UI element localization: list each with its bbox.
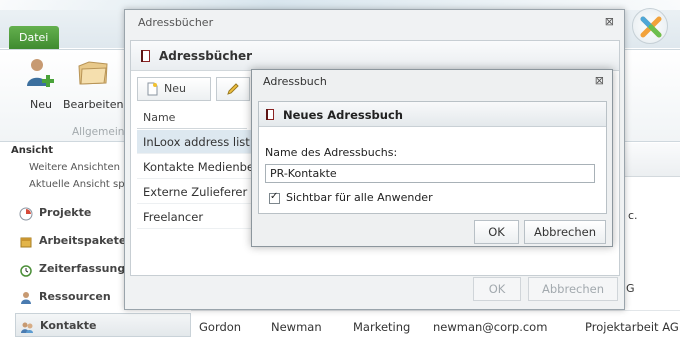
panel-header: Neues Adressbuch — [259, 102, 606, 127]
close-icon[interactable]: ⊠ — [605, 15, 614, 28]
grid-cell: c. — [628, 209, 638, 222]
addressbook-icon — [265, 108, 276, 121]
new-button[interactable]: Neu — [137, 77, 211, 101]
cell-last-name: Newman — [271, 320, 322, 334]
view-heading: Ansicht — [11, 145, 54, 156]
bearbeiten-label: Bearbeiten — [63, 98, 124, 111]
nav-label: Projekte — [39, 206, 92, 219]
neu-ribbon-button[interactable]: Neu — [24, 56, 58, 111]
addressbook-name-label: Name des Adressbuchs: — [265, 146, 398, 159]
ribbon-group-label: Allgemein — [72, 126, 125, 138]
kontakte-icon — [20, 319, 34, 333]
visible-for-all-checkbox[interactable] — [269, 191, 280, 204]
cell-first-name: Gordon — [199, 320, 242, 334]
addressbook-icon — [140, 49, 152, 63]
cell-department: Marketing — [353, 320, 411, 334]
list-item[interactable]: Freelancer — [137, 205, 252, 229]
cell-email: newman@corp.com — [433, 320, 548, 334]
grid-header — [624, 143, 680, 177]
grid-cell: G — [626, 282, 635, 295]
list-column-header: Name — [137, 107, 247, 129]
edit-folder-icon — [76, 56, 110, 90]
pencil-icon — [226, 82, 239, 96]
edit-button[interactable] — [216, 77, 250, 101]
new-addressbook-dialog: Adressbuch ⊠ Neues Adressbuch Name des A… — [251, 69, 613, 247]
new-button-label: Neu — [164, 82, 186, 95]
nav-label: Ressourcen — [39, 290, 111, 303]
list-item[interactable]: Kontakte Medienbe — [137, 155, 252, 179]
cancel-button[interactable]: Abbrechen — [524, 220, 606, 244]
neu-label: Neu — [30, 98, 52, 111]
addressbook-name-input[interactable] — [265, 164, 595, 183]
cancel-button[interactable]: Abbrechen — [528, 277, 618, 301]
bearbeiten-ribbon-button[interactable]: Bearbeiten — [63, 56, 123, 111]
cell-group: Projektarbeit AG — [585, 320, 679, 334]
new-document-icon — [147, 82, 158, 96]
panel-header-label: Neues Adressbuch — [283, 108, 403, 122]
new-addressbook-panel: Neues Adressbuch Name des Adressbuchs: S… — [258, 101, 607, 214]
list-item[interactable]: InLoox address list — [137, 130, 252, 154]
panel-header: Adressbücher — [131, 41, 619, 71]
close-icon[interactable]: ⊠ — [595, 74, 604, 87]
app-logo-icon — [632, 8, 668, 44]
dialog-title: Adressbuch — [263, 75, 327, 88]
nav-label: Zeiterfassung — [39, 262, 126, 275]
zeiterfassung-icon — [19, 262, 33, 277]
current-view-link[interactable]: Aktuelle Ansicht sp — [29, 179, 125, 190]
nav-item-kontakte[interactable]: Kontakte — [15, 313, 191, 337]
tab-datei[interactable]: Datei — [9, 26, 59, 49]
ressourcen-icon — [19, 290, 33, 304]
nav-label: Kontakte — [40, 319, 97, 332]
ok-button[interactable]: OK — [473, 277, 521, 301]
ok-button[interactable]: OK — [474, 220, 519, 244]
table-row[interactable]: Gordon Newman Marketing newman@corp.com … — [191, 310, 680, 345]
dialog-title: Adressbücher — [138, 16, 214, 29]
nav-label: Arbeitspakete — [39, 234, 127, 247]
new-contact-icon — [24, 56, 58, 90]
more-views-link[interactable]: Weitere Ansichten — [29, 162, 120, 173]
arbeitspakete-icon — [19, 234, 33, 248]
visible-for-all-label: Sichtbar für alle Anwender — [286, 191, 433, 204]
panel-header-label: Adressbücher — [159, 49, 253, 63]
projekte-icon — [19, 206, 33, 221]
list-item[interactable]: Externe Zulieferer — [137, 180, 252, 204]
